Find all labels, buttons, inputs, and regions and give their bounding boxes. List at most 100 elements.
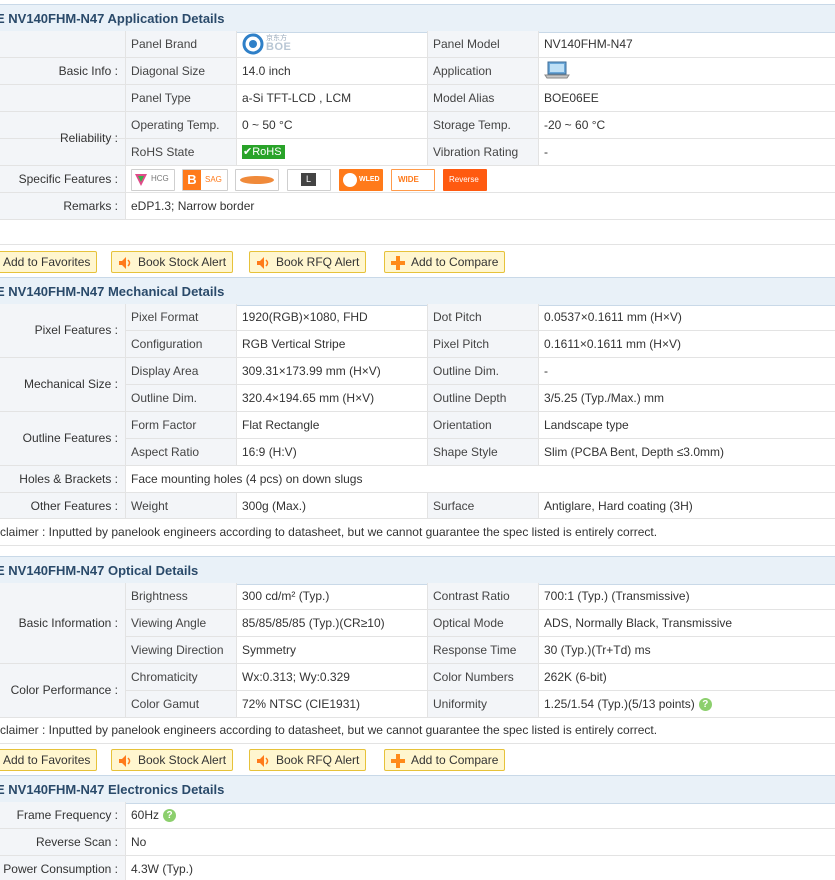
disclaimer: claimer : Inputted by panelook engineers…	[0, 525, 658, 539]
panel-type-value: a-Si TFT-LCD , LCM	[242, 91, 352, 105]
laptop-icon[interactable]	[544, 60, 570, 80]
field-label-bg	[125, 304, 236, 466]
feature-sag-badge[interactable]: B SAG	[182, 169, 228, 191]
field-label: Uniformity	[433, 697, 488, 711]
optical-header: E NV140FHM-N47 Optical Details	[0, 556, 835, 585]
section-title: E NV140FHM-N47 Optical Details	[0, 563, 199, 578]
field-value: 16:9 (H:V)	[242, 445, 297, 459]
reverse-scan-value: No	[131, 835, 147, 849]
feature-hcg-badge[interactable]: HCG	[131, 169, 175, 191]
field-value: 85/85/85/85 (Typ.)(CR≥10)	[242, 616, 385, 630]
field-label: Pixel Format	[131, 310, 199, 324]
holes-brackets-value: Face mounting holes (4 pcs) on down slug…	[131, 472, 363, 486]
brand-logo: 京东方 BOE	[242, 33, 294, 55]
check-icon: ✔	[243, 146, 253, 158]
group-label-other-features: Other Features :	[30, 499, 118, 513]
book-rfq-alert-button[interactable]: Book RFQ Alert	[249, 251, 367, 273]
field-label: Shape Style	[433, 445, 498, 459]
rohs-badge: ✔RoHS	[242, 145, 285, 159]
speaker-icon	[119, 754, 131, 767]
remarks-value: eDP1.3; Narrow border	[131, 199, 255, 213]
book-stock-alert-button[interactable]: Book Stock Alert	[111, 251, 234, 273]
field-label: Outline Dim.	[433, 364, 500, 378]
field-label: Weight	[131, 499, 169, 513]
vibration-rating-value: -	[544, 145, 548, 159]
field-label: Model Alias	[433, 91, 495, 105]
group-label-reliability: Reliability :	[59, 131, 118, 145]
field-label: Panel Type	[131, 91, 191, 105]
plus-icon	[391, 753, 405, 768]
application-header: E NV140FHM-N47 Application Details	[0, 4, 835, 33]
field-value: 300g (Max.)	[242, 499, 307, 513]
book-rfq-alert-button[interactable]: Book RFQ Alert	[249, 749, 367, 771]
help-icon[interactable]: ?	[163, 809, 177, 823]
field-label: Outline Depth	[433, 391, 507, 405]
add-to-favorites-button[interactable]: Add to Favorites	[0, 749, 98, 771]
field-value: 262K (6-bit)	[544, 670, 607, 684]
field-label: Form Factor	[131, 418, 197, 432]
b-icon: B	[183, 170, 201, 190]
section-title: E NV140FHM-N47 Electronics Details	[0, 782, 225, 797]
group-label-basic-info: Basic Info :	[58, 64, 118, 78]
field-value: Landscape type	[544, 418, 629, 432]
field-value: 72% NTSC (CIE1931)	[242, 697, 361, 711]
field-label: Chromaticity	[131, 670, 198, 684]
field-label: Viewing Direction	[131, 643, 224, 657]
feature-reverse-badge[interactable]: Reverse	[443, 169, 487, 191]
field-label: Storage Temp.	[433, 118, 511, 132]
field-value: 700:1 (Typ.) (Transmissive)	[544, 589, 690, 603]
group-label-reverse-scan: Reverse Scan :	[35, 835, 118, 849]
field-label: Operating Temp.	[131, 118, 220, 132]
group-label-basic-information: Basic Information :	[18, 616, 118, 630]
field-value: 1920(RGB)×1080, FHD	[242, 310, 368, 324]
group-label-outline-features: Outline Features :	[22, 431, 118, 445]
field-label: Panel Model	[433, 37, 500, 51]
field-value: Slim (PCBA Bent, Depth ≤3.0mm)	[544, 445, 724, 459]
mechanical-header: E NV140FHM-N47 Mechanical Details	[0, 277, 835, 306]
feature-l-badge[interactable]: L	[287, 169, 331, 191]
help-icon[interactable]: ?	[698, 698, 712, 712]
field-value: Flat Rectangle	[242, 418, 320, 432]
field-label: Brightness	[131, 589, 188, 603]
field-label-bg	[427, 304, 538, 466]
model-alias-value: BOE06EE	[544, 91, 599, 105]
frame-frequency-value: 60Hz?	[131, 808, 177, 823]
field-value: 309.31×173.99 mm (H×V)	[242, 364, 381, 378]
field-value: 0.1611×0.1611 mm (H×V)	[544, 337, 681, 351]
feature-wled-badge[interactable]: WLED	[339, 169, 383, 191]
field-label: Aspect Ratio	[131, 445, 200, 459]
boe-logo-icon	[242, 33, 264, 55]
field-label: Viewing Angle	[131, 616, 207, 630]
speaker-icon	[257, 754, 269, 767]
field-value: 30 (Typ.)(Tr+Td) ms	[544, 643, 651, 657]
feature-wide-badge[interactable]: WIDE	[391, 169, 435, 191]
group-label-frame-frequency: Frame Frequency :	[16, 808, 118, 822]
field-label: RoHS State	[131, 145, 195, 159]
speaker-icon	[119, 256, 131, 269]
add-to-favorites-button[interactable]: Add to Favorites	[0, 251, 98, 273]
field-label: Diagonal Size	[131, 64, 206, 78]
book-stock-alert-button[interactable]: Book Stock Alert	[111, 749, 234, 771]
field-label: Response Time	[433, 643, 517, 657]
field-label: Color Gamut	[131, 697, 200, 711]
field-label: Optical Mode	[433, 616, 504, 630]
field-label: Color Numbers	[433, 670, 514, 684]
group-label-mechanical-size: Mechanical Size :	[23, 377, 118, 391]
triangle-icon	[135, 174, 147, 186]
group-label-holes-brackets: Holes & Brackets :	[19, 472, 118, 486]
plus-icon	[391, 255, 405, 270]
field-value: ADS, Normally Black, Transmissive	[544, 616, 733, 630]
field-value: 300 cd/m² (Typ.)	[242, 589, 330, 603]
field-label: Configuration	[131, 337, 203, 351]
feature-panel-badge[interactable]	[235, 169, 279, 191]
field-label: Application	[433, 64, 492, 78]
add-to-compare-button[interactable]: Add to Compare	[384, 749, 506, 771]
group-label-color-performance: Color Performance :	[10, 683, 118, 697]
group-label-power-consumption: Power Consumption :	[3, 862, 118, 876]
add-to-compare-button[interactable]: Add to Compare	[384, 251, 506, 273]
field-label: Outline Dim.	[131, 391, 198, 405]
field-value: 1.25/1.54 (Typ.)(5/13 points)?	[544, 697, 712, 712]
field-label: Vibration Rating	[433, 145, 519, 159]
field-value: Symmetry	[242, 643, 296, 657]
power-consumption-value: 4.3W (Typ.)	[131, 862, 194, 876]
